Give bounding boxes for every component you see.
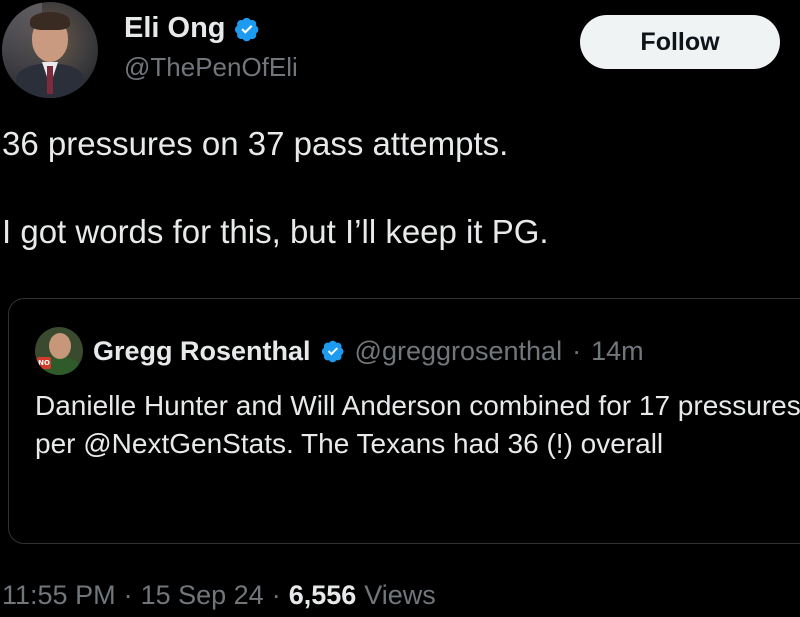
quoted-author-name[interactable]: Gregg Rosenthal (93, 336, 311, 367)
quoted-tweet-header: NO Gregg Rosenthal @greggrosenthal · 14m (35, 327, 644, 375)
quoted-author-handle[interactable]: @greggrosenthal (355, 336, 563, 367)
quoted-tweet-card[interactable]: NO Gregg Rosenthal @greggrosenthal · 14m… (8, 298, 800, 544)
tweet-header: Eli Ong @ThePenOfEli Follow (0, 0, 800, 110)
tweet-meta: 11:55 PM · 15 Sep 24 · 6,556 Views (2, 580, 436, 611)
tweet-time[interactable]: 11:55 PM (2, 580, 116, 611)
separator-dot: · (271, 580, 281, 610)
quoted-author-avatar[interactable]: NO (35, 327, 83, 375)
author-name[interactable]: Eli Ong (124, 12, 226, 45)
author-handle[interactable]: @ThePenOfEli (124, 52, 298, 83)
tweet-text: 36 pressures on 37 pass attempts. I got … (2, 124, 792, 251)
verified-badge-icon (321, 340, 344, 363)
quoted-tweet-text: Danielle Hunter and Will Anderson combin… (35, 390, 800, 459)
avatar-sign-text: NO (37, 357, 51, 369)
quoted-timestamp[interactable]: 14m (591, 336, 644, 367)
views-count: 6,556 (288, 580, 357, 610)
separator-dot: · (572, 335, 582, 366)
author-avatar[interactable] (2, 2, 98, 98)
tweet-line-1: 36 pressures on 37 pass attempts. (2, 125, 509, 162)
separator-dot: · (123, 580, 133, 610)
tweet-line-2: I got words for this, but I’ll keep it P… (2, 212, 549, 250)
verified-badge-icon (234, 17, 258, 41)
follow-button[interactable]: Follow (580, 15, 780, 69)
tweet-date[interactable]: 15 Sep 24 (141, 580, 264, 611)
views-label: Views (364, 580, 436, 610)
author-name-row: Eli Ong (124, 12, 260, 45)
